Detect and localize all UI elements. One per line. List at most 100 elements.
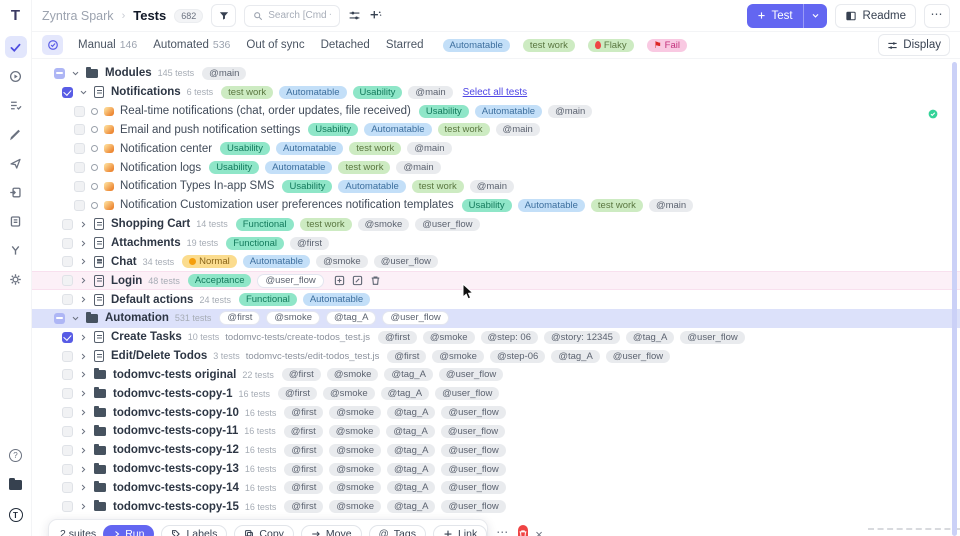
row-tag-pill[interactable]: Automatable: [475, 105, 542, 118]
row-tag-pill[interactable]: @first: [219, 311, 260, 325]
row-tag-pill[interactable]: test work: [300, 218, 352, 231]
tree-row[interactable]: todomvc-tests-copy-1216 tests@first@smok…: [32, 441, 960, 460]
tree-row[interactable]: todomvc-tests-copy-1016 tests@first@smok…: [32, 403, 960, 422]
breadcrumb-project[interactable]: Zyntra Spark: [42, 9, 114, 23]
sidebar-item-analytics[interactable]: [5, 152, 27, 174]
filter-manual[interactable]: Manual146: [78, 39, 137, 51]
row-checkbox[interactable]: [62, 482, 73, 493]
row-tag-pill[interactable]: @user_flow: [257, 274, 323, 288]
row-tag-pill[interactable]: @smoke: [329, 425, 381, 438]
chevron-right-icon[interactable]: [79, 220, 89, 229]
row-tag-pill[interactable]: @tag_A: [387, 406, 435, 419]
copy-button[interactable]: Copy: [234, 525, 294, 536]
search-input[interactable]: [268, 10, 331, 21]
row-tag-pill[interactable]: @tag_A: [551, 350, 599, 363]
row-tag-pill[interactable]: test work: [221, 86, 273, 99]
row-tag-pill[interactable]: @main: [496, 123, 540, 136]
filter-funnel-button[interactable]: [211, 4, 236, 27]
row-tag-pill[interactable]: Normal: [182, 255, 237, 268]
row-checkbox[interactable]: [62, 501, 73, 512]
row-tag-pill[interactable]: @tag_A: [326, 311, 376, 325]
row-tag-pill[interactable]: Usability: [220, 142, 270, 155]
row-tag-pill[interactable]: @user_flow: [435, 387, 499, 400]
row-tag-pill[interactable]: @main: [548, 105, 592, 118]
row-checkbox[interactable]: [62, 388, 73, 399]
row-tag-pill[interactable]: @user_flow: [441, 481, 505, 494]
ai-sparkle-icon[interactable]: [369, 9, 382, 22]
row-tag-pill[interactable]: @tag_A: [387, 481, 435, 494]
row-checkbox[interactable]: [62, 238, 73, 249]
row-tag-pill[interactable]: @main: [407, 142, 451, 155]
chevron-right-icon[interactable]: [79, 295, 89, 304]
row-tag-pill[interactable]: Functional: [226, 237, 284, 250]
row-checkbox[interactable]: [62, 294, 73, 305]
add-test-button[interactable]: [334, 275, 345, 286]
sidebar-item-runs[interactable]: [5, 65, 27, 87]
tree-row[interactable]: Notifications6 teststest workAutomatable…: [32, 83, 960, 102]
row-tag-pill[interactable]: Usability: [353, 86, 403, 99]
row-tag-pill[interactable]: test work: [349, 142, 401, 155]
search-box[interactable]: [244, 5, 340, 27]
row-tag-pill[interactable]: @main: [202, 67, 246, 80]
row-tag-pill[interactable]: Functional: [239, 293, 297, 306]
row-tag-pill[interactable]: Automatable: [364, 123, 431, 136]
row-checkbox[interactable]: [62, 369, 73, 380]
sidebar-item-branches[interactable]: [5, 239, 27, 261]
row-tag-pill[interactable]: @tag_A: [387, 444, 435, 457]
app-logo[interactable]: T: [0, 0, 32, 30]
chevron-right-icon[interactable]: [79, 257, 89, 266]
sidebar-item-files[interactable]: [5, 474, 27, 496]
sidebar-item-editor[interactable]: [5, 123, 27, 145]
row-checkbox[interactable]: [74, 143, 85, 154]
row-tag-pill[interactable]: Automatable: [279, 86, 346, 99]
row-checkbox[interactable]: [62, 407, 73, 418]
bulk-more-button[interactable]: ⋯: [494, 525, 511, 536]
filter-automated[interactable]: Automated536: [153, 39, 230, 51]
row-tag-pill[interactable]: Functional: [236, 218, 294, 231]
row-tag-pill[interactable]: @smoke: [316, 255, 368, 268]
tree-row[interactable]: Default actions24 testsFunctionalAutomat…: [32, 290, 960, 309]
test-status-circle[interactable]: [91, 202, 98, 209]
row-checkbox[interactable]: [62, 332, 73, 343]
sidebar-item-help[interactable]: ?: [5, 444, 27, 466]
row-checkbox[interactable]: [62, 256, 73, 267]
row-tag-pill[interactable]: @smoke: [358, 218, 410, 231]
row-tag-pill[interactable]: @tag_A: [386, 425, 434, 438]
row-tag-pill[interactable]: @tag_A: [626, 331, 674, 344]
tree-row[interactable]: Attachments19 testsFunctional@first: [32, 234, 960, 253]
tree-row[interactable]: todomvc-tests-copy-1416 tests@first@smok…: [32, 479, 960, 498]
scrollbar[interactable]: [952, 62, 957, 536]
row-tag-pill[interactable]: Automatable: [243, 255, 310, 268]
row-tag-pill[interactable]: @tag_A: [387, 463, 435, 476]
sidebar-item-theme[interactable]: T: [5, 504, 27, 526]
tree-row[interactable]: Notification Customization user preferen…: [32, 196, 960, 215]
filter-tag-pill[interactable]: Automatable: [443, 39, 510, 52]
row-tag-pill[interactable]: @main: [470, 180, 514, 193]
bulk-close-button[interactable]: ×: [535, 527, 543, 536]
row-tag-pill[interactable]: @smoke: [327, 368, 379, 381]
sidebar-item-tests[interactable]: [5, 36, 27, 58]
row-tag-pill[interactable]: @first: [284, 500, 323, 513]
filter-tag-pill[interactable]: ⚑Fail: [647, 39, 687, 52]
row-tag-pill[interactable]: @user_flow: [441, 500, 505, 513]
tree-row[interactable]: Create Tasks10 teststodomvc-tests/create…: [32, 328, 960, 347]
row-tag-pill[interactable]: Automatable: [265, 161, 332, 174]
row-tag-pill[interactable]: @smoke: [329, 500, 381, 513]
row-tag-pill[interactable]: @user_flow: [441, 406, 505, 419]
tree-row[interactable]: todomvc-tests-copy-1116 tests@first@smok…: [32, 422, 960, 441]
row-tag-pill[interactable]: @first: [284, 463, 323, 476]
row-checkbox[interactable]: [74, 181, 85, 192]
row-tag-pill[interactable]: @story: 12345: [544, 331, 620, 344]
run-button[interactable]: Run: [103, 525, 154, 536]
row-tag-pill[interactable]: @user_flow: [441, 444, 505, 457]
row-checkbox[interactable]: [74, 162, 85, 173]
readme-button[interactable]: Readme: [835, 4, 916, 28]
row-tag-pill[interactable]: @main: [649, 199, 693, 212]
row-tag-pill[interactable]: @user_flow: [374, 255, 438, 268]
chevron-right-icon[interactable]: [79, 446, 89, 455]
bulk-delete-button[interactable]: [518, 525, 528, 536]
row-tag-pill[interactable]: @first: [284, 481, 323, 494]
row-tag-pill[interactable]: @first: [284, 444, 323, 457]
row-tag-pill[interactable]: @first: [290, 237, 329, 250]
row-tag-pill[interactable]: @first: [278, 387, 317, 400]
